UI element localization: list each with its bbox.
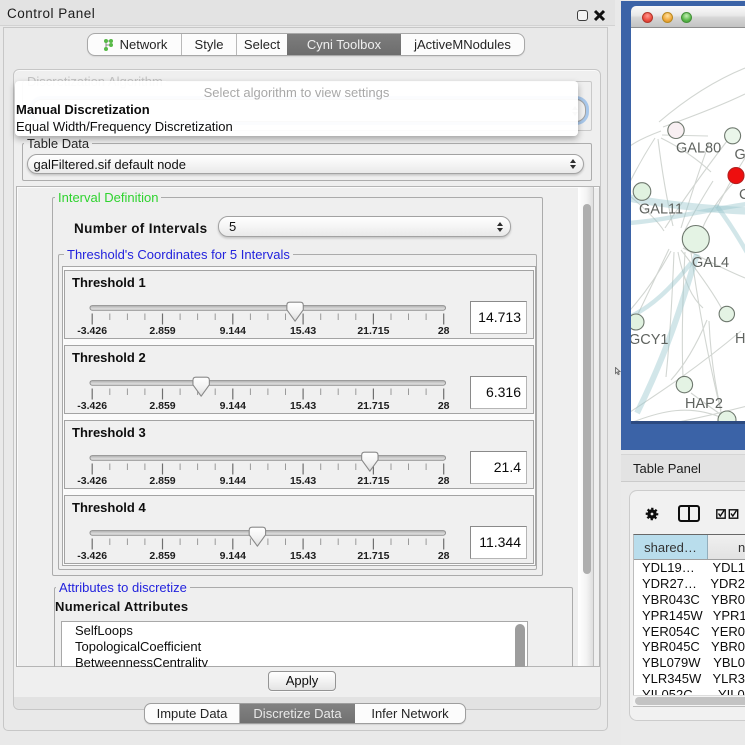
svg-text:21.715: 21.715 xyxy=(357,550,389,562)
svg-text:21.715: 21.715 xyxy=(357,475,389,487)
svg-text:C: C xyxy=(739,187,745,203)
svg-text:9.144: 9.144 xyxy=(220,400,246,412)
svg-text:G.: G. xyxy=(735,147,745,163)
svg-text:2.859: 2.859 xyxy=(149,400,175,412)
svg-text:15.43: 15.43 xyxy=(290,400,316,412)
svg-text:9.144: 9.144 xyxy=(220,475,246,487)
svg-text:21.715: 21.715 xyxy=(357,400,389,412)
svg-text:9.144: 9.144 xyxy=(220,325,246,337)
svg-text:H: H xyxy=(735,331,745,347)
svg-text:9.144: 9.144 xyxy=(220,550,246,562)
svg-text:28: 28 xyxy=(438,550,450,562)
svg-text:2.859: 2.859 xyxy=(149,550,175,562)
svg-text:28: 28 xyxy=(438,400,450,412)
svg-text:-3.426: -3.426 xyxy=(77,325,107,337)
svg-text:GCY1: GCY1 xyxy=(631,332,669,348)
svg-text:GAL11: GAL11 xyxy=(639,202,683,218)
svg-text:GAL80: GAL80 xyxy=(676,141,721,157)
svg-text:15.43: 15.43 xyxy=(290,325,316,337)
svg-text:HAP2: HAP2 xyxy=(685,396,723,412)
svg-text:-3.426: -3.426 xyxy=(77,400,107,412)
svg-text:-3.426: -3.426 xyxy=(77,475,107,487)
svg-text:GAL4: GAL4 xyxy=(692,255,729,271)
svg-text:15.43: 15.43 xyxy=(290,475,316,487)
svg-text:28: 28 xyxy=(438,475,450,487)
svg-text:2.859: 2.859 xyxy=(149,475,175,487)
svg-text:15.43: 15.43 xyxy=(290,550,316,562)
svg-text:-3.426: -3.426 xyxy=(77,550,107,562)
svg-text:28: 28 xyxy=(438,325,450,337)
svg-text:21.715: 21.715 xyxy=(357,325,389,337)
svg-text:2.859: 2.859 xyxy=(149,325,175,337)
